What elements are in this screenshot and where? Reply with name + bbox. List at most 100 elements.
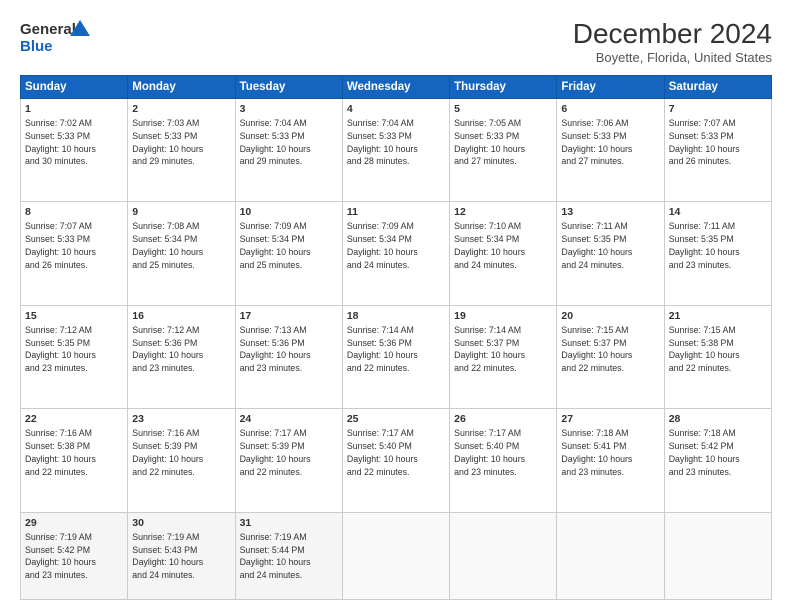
- subtitle: Boyette, Florida, United States: [573, 50, 772, 65]
- day-number: 20: [561, 310, 659, 322]
- calendar-cell: 6 Sunrise: 7:06 AMSunset: 5:33 PMDaylight…: [557, 99, 664, 202]
- day-info: Sunrise: 7:15 AMSunset: 5:38 PMDaylight:…: [669, 324, 767, 375]
- day-number: 27: [561, 413, 659, 425]
- day-info: Sunrise: 7:07 AMSunset: 5:33 PMDaylight:…: [25, 220, 123, 271]
- day-info: Sunrise: 7:17 AMSunset: 5:40 PMDaylight:…: [347, 427, 445, 478]
- day-info: Sunrise: 7:19 AMSunset: 5:43 PMDaylight:…: [132, 531, 230, 582]
- day-info: Sunrise: 7:08 AMSunset: 5:34 PMDaylight:…: [132, 220, 230, 271]
- day-info: Sunrise: 7:06 AMSunset: 5:33 PMDaylight:…: [561, 117, 659, 168]
- calendar-cell: 31 Sunrise: 7:19 AMSunset: 5:44 PMDayligh…: [235, 512, 342, 599]
- calendar-cell: [342, 512, 449, 599]
- day-number: 1: [25, 103, 123, 115]
- logo-svg: GeneralBlue: [20, 18, 100, 58]
- calendar-cell: 24Sunrise: 7:17 AMSunset: 5:39 PMDayligh…: [235, 409, 342, 512]
- calendar-cell: 18 Sunrise: 7:14 AMSunset: 5:36 PMDayligh…: [342, 305, 449, 408]
- main-title: December 2024: [573, 18, 772, 50]
- day-info: Sunrise: 7:16 AMSunset: 5:39 PMDaylight:…: [132, 427, 230, 478]
- calendar-cell: 21Sunrise: 7:15 AMSunset: 5:38 PMDayligh…: [664, 305, 771, 408]
- day-number: 5: [454, 103, 552, 115]
- day-number: 29: [25, 517, 123, 529]
- week-row-1: 1 Sunrise: 7:02 AMSunset: 5:33 PMDaylight…: [21, 99, 772, 202]
- day-number: 2: [132, 103, 230, 115]
- calendar-cell: 26Sunrise: 7:17 AMSunset: 5:40 PMDayligh…: [450, 409, 557, 512]
- col-header-wednesday: Wednesday: [342, 76, 449, 99]
- calendar-cell: 27Sunrise: 7:18 AMSunset: 5:41 PMDayligh…: [557, 409, 664, 512]
- day-info: Sunrise: 7:19 AMSunset: 5:44 PMDaylight:…: [240, 531, 338, 582]
- calendar-cell: 2 Sunrise: 7:03 AMSunset: 5:33 PMDaylight…: [128, 99, 235, 202]
- calendar-cell: [450, 512, 557, 599]
- calendar-cell: 16 Sunrise: 7:12 AMSunset: 5:36 PMDayligh…: [128, 305, 235, 408]
- calendar-header-row: SundayMondayTuesdayWednesdayThursdayFrid…: [21, 76, 772, 99]
- day-info: Sunrise: 7:03 AMSunset: 5:33 PMDaylight:…: [132, 117, 230, 168]
- calendar-cell: 17Sunrise: 7:13 AMSunset: 5:36 PMDayligh…: [235, 305, 342, 408]
- week-row-4: 22Sunrise: 7:16 AMSunset: 5:38 PMDayligh…: [21, 409, 772, 512]
- calendar-cell: 19 Sunrise: 7:14 AMSunset: 5:37 PMDayligh…: [450, 305, 557, 408]
- calendar-cell: 12Sunrise: 7:10 AMSunset: 5:34 PMDayligh…: [450, 202, 557, 305]
- day-number: 4: [347, 103, 445, 115]
- col-header-sunday: Sunday: [21, 76, 128, 99]
- day-info: Sunrise: 7:09 AMSunset: 5:34 PMDaylight:…: [240, 220, 338, 271]
- calendar-cell: 4 Sunrise: 7:04 AMSunset: 5:33 PMDaylight…: [342, 99, 449, 202]
- calendar-cell: 11 Sunrise: 7:09 AMSunset: 5:34 PMDayligh…: [342, 202, 449, 305]
- svg-text:Blue: Blue: [20, 38, 53, 55]
- day-number: 6: [561, 103, 659, 115]
- day-number: 3: [240, 103, 338, 115]
- day-info: Sunrise: 7:11 AMSunset: 5:35 PMDaylight:…: [561, 220, 659, 271]
- svg-text:General: General: [20, 21, 76, 38]
- calendar-cell: [557, 512, 664, 599]
- calendar-cell: 7 Sunrise: 7:07 AMSunset: 5:33 PMDaylight…: [664, 99, 771, 202]
- calendar-cell: 25Sunrise: 7:17 AMSunset: 5:40 PMDayligh…: [342, 409, 449, 512]
- day-info: Sunrise: 7:12 AMSunset: 5:36 PMDaylight:…: [132, 324, 230, 375]
- day-info: Sunrise: 7:17 AMSunset: 5:40 PMDaylight:…: [454, 427, 552, 478]
- day-info: Sunrise: 7:04 AMSunset: 5:33 PMDaylight:…: [240, 117, 338, 168]
- day-number: 10: [240, 206, 338, 218]
- title-block: December 2024 Boyette, Florida, United S…: [573, 18, 772, 65]
- calendar-cell: 30 Sunrise: 7:19 AMSunset: 5:43 PMDayligh…: [128, 512, 235, 599]
- day-number: 31: [240, 517, 338, 529]
- day-info: Sunrise: 7:04 AMSunset: 5:33 PMDaylight:…: [347, 117, 445, 168]
- col-header-monday: Monday: [128, 76, 235, 99]
- page: GeneralBlue December 2024 Boyette, Flori…: [0, 0, 792, 612]
- day-info: Sunrise: 7:12 AMSunset: 5:35 PMDaylight:…: [25, 324, 123, 375]
- day-number: 15: [25, 310, 123, 322]
- day-number: 18: [347, 310, 445, 322]
- calendar-table: SundayMondayTuesdayWednesdayThursdayFrid…: [20, 75, 772, 600]
- day-info: Sunrise: 7:15 AMSunset: 5:37 PMDaylight:…: [561, 324, 659, 375]
- col-header-friday: Friday: [557, 76, 664, 99]
- day-info: Sunrise: 7:14 AMSunset: 5:37 PMDaylight:…: [454, 324, 552, 375]
- calendar-cell: 13Sunrise: 7:11 AMSunset: 5:35 PMDayligh…: [557, 202, 664, 305]
- logo: GeneralBlue: [20, 18, 100, 58]
- col-header-saturday: Saturday: [664, 76, 771, 99]
- calendar-cell: 15 Sunrise: 7:12 AMSunset: 5:35 PMDayligh…: [21, 305, 128, 408]
- calendar-cell: 22Sunrise: 7:16 AMSunset: 5:38 PMDayligh…: [21, 409, 128, 512]
- day-number: 9: [132, 206, 230, 218]
- calendar-cell: 8Sunrise: 7:07 AMSunset: 5:33 PMDaylight…: [21, 202, 128, 305]
- day-info: Sunrise: 7:14 AMSunset: 5:36 PMDaylight:…: [347, 324, 445, 375]
- day-info: Sunrise: 7:13 AMSunset: 5:36 PMDaylight:…: [240, 324, 338, 375]
- day-number: 23: [132, 413, 230, 425]
- day-number: 19: [454, 310, 552, 322]
- day-number: 30: [132, 517, 230, 529]
- calendar-cell: 14 Sunrise: 7:11 AMSunset: 5:35 PMDayligh…: [664, 202, 771, 305]
- week-row-3: 15 Sunrise: 7:12 AMSunset: 5:35 PMDayligh…: [21, 305, 772, 408]
- day-info: Sunrise: 7:02 AMSunset: 5:33 PMDaylight:…: [25, 117, 123, 168]
- day-info: Sunrise: 7:11 AMSunset: 5:35 PMDaylight:…: [669, 220, 767, 271]
- calendar-cell: 10 Sunrise: 7:09 AMSunset: 5:34 PMDayligh…: [235, 202, 342, 305]
- calendar-cell: 20 Sunrise: 7:15 AMSunset: 5:37 PMDayligh…: [557, 305, 664, 408]
- calendar-cell: 1 Sunrise: 7:02 AMSunset: 5:33 PMDaylight…: [21, 99, 128, 202]
- day-number: 7: [669, 103, 767, 115]
- day-number: 14: [669, 206, 767, 218]
- day-number: 28: [669, 413, 767, 425]
- day-number: 16: [132, 310, 230, 322]
- day-info: Sunrise: 7:05 AMSunset: 5:33 PMDaylight:…: [454, 117, 552, 168]
- day-info: Sunrise: 7:16 AMSunset: 5:38 PMDaylight:…: [25, 427, 123, 478]
- header: GeneralBlue December 2024 Boyette, Flori…: [20, 18, 772, 65]
- day-info: Sunrise: 7:07 AMSunset: 5:33 PMDaylight:…: [669, 117, 767, 168]
- calendar-cell: 5 Sunrise: 7:05 AMSunset: 5:33 PMDaylight…: [450, 99, 557, 202]
- day-number: 11: [347, 206, 445, 218]
- col-header-tuesday: Tuesday: [235, 76, 342, 99]
- calendar-cell: 3 Sunrise: 7:04 AMSunset: 5:33 PMDaylight…: [235, 99, 342, 202]
- calendar-cell: 28Sunrise: 7:18 AMSunset: 5:42 PMDayligh…: [664, 409, 771, 512]
- day-number: 12: [454, 206, 552, 218]
- day-info: Sunrise: 7:09 AMSunset: 5:34 PMDaylight:…: [347, 220, 445, 271]
